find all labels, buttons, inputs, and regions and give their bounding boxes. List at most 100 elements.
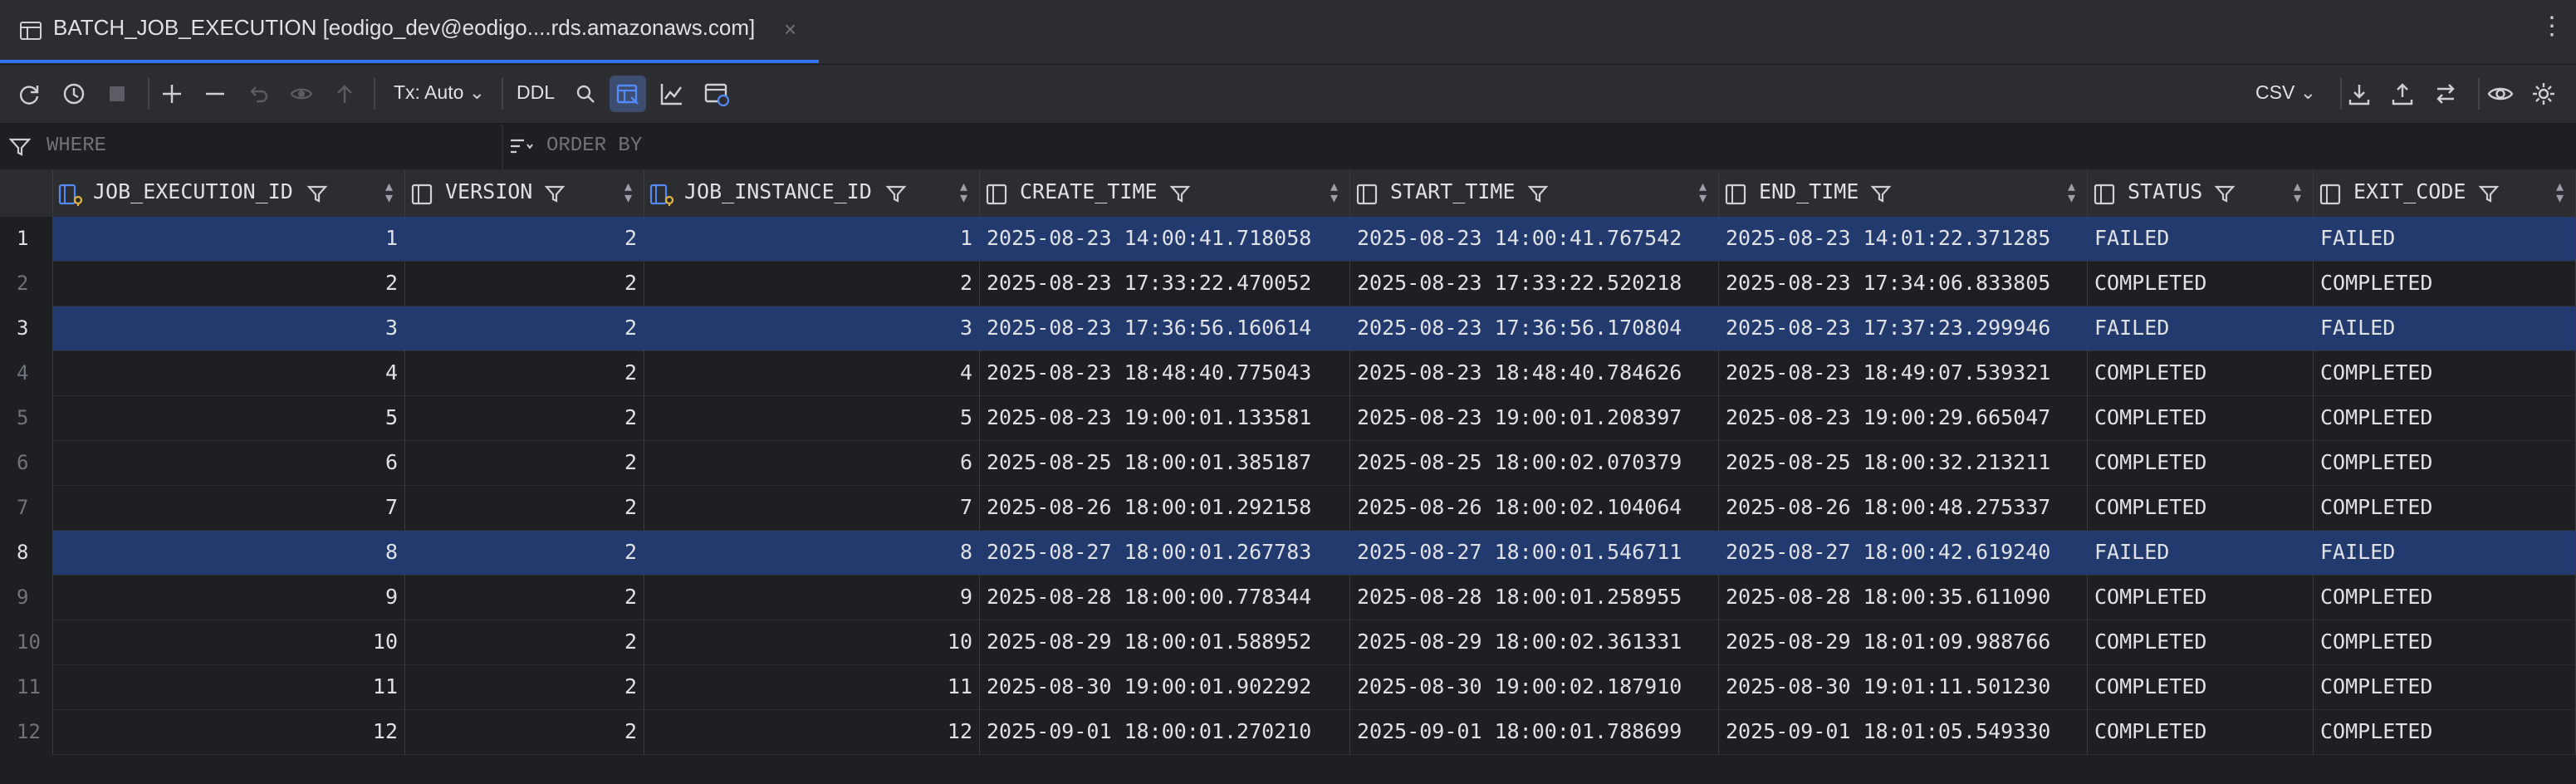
table-row[interactable]: 10 10 2 10 2025-08-29 18:00:01.588952 2025-08… [0,620,2576,665]
column-filter-icon[interactable] [2478,184,2500,209]
table-cell-status[interactable]: FAILED [2088,531,2314,576]
table-row[interactable]: 2 2 2 2 2025-08-23 17:33:22.470052 2025-08-23… [0,262,2576,306]
upload-icon[interactable] [2388,80,2417,108]
stop-icon[interactable] [103,80,131,108]
history-icon[interactable] [60,80,88,108]
table-cell-status[interactable]: COMPLETED [2088,441,2314,486]
table-cell-version[interactable]: 2 [405,620,644,665]
table-cell-status[interactable]: COMPLETED [2088,576,2314,620]
table-cell-job-execution-id[interactable]: 4 [53,351,405,396]
table-cell-job-instance-id[interactable]: 10 [644,620,980,665]
where-input[interactable]: WHERE [47,135,106,157]
table-cell-start-time[interactable]: 2025-09-01 18:00:01.788699 [1350,710,1719,755]
export-format-dropdown[interactable]: CSV ⌄ [2255,81,2316,104]
table-cell-exit-code[interactable]: FAILED [2314,306,2576,351]
table-cell-end-time[interactable]: 2025-08-30 19:01:11.501230 [1719,665,2088,710]
table-cell-status[interactable]: COMPLETED [2088,262,2314,306]
column-filter-icon[interactable] [1169,184,1191,209]
table-cell-start-time[interactable]: 2025-08-27 18:00:01.546711 [1350,531,1719,576]
table-cell-create-time[interactable]: 2025-09-01 18:00:01.270210 [980,710,1350,755]
table-cell-end-time[interactable]: 2025-08-27 18:00:42.619240 [1719,531,2088,576]
table-cell-exit-code[interactable]: COMPLETED [2314,710,2576,755]
table-cell-job-execution-id[interactable]: 11 [53,665,405,710]
table-cell-job-instance-id[interactable]: 2 [644,262,980,306]
sort-arrows-icon[interactable]: ▴ ▾ [2068,179,2075,205]
table-cell-status[interactable]: COMPLETED [2088,710,2314,755]
table-cell-exit-code[interactable]: COMPLETED [2314,396,2576,441]
row-number[interactable]: 10 [0,620,53,665]
sort-arrows-icon[interactable]: ▴ ▾ [1330,179,1338,205]
table-cell-job-execution-id[interactable]: 2 [53,262,405,306]
close-icon[interactable]: × [784,17,796,42]
column-filter-icon[interactable] [544,184,566,209]
table-cell-create-time[interactable]: 2025-08-30 19:00:01.902292 [980,665,1350,710]
table-cell-job-instance-id[interactable]: 9 [644,576,980,620]
table-cell-start-time[interactable]: 2025-08-23 17:36:56.170804 [1350,306,1719,351]
table-cell-start-time[interactable]: 2025-08-23 17:33:22.520218 [1350,262,1719,306]
table-cell-start-time[interactable]: 2025-08-26 18:00:02.104064 [1350,486,1719,531]
grid-view-icon[interactable] [610,76,646,112]
row-number[interactable]: 12 [0,710,53,755]
table-cell-status[interactable]: FAILED [2088,306,2314,351]
table-cell-job-execution-id[interactable]: 12 [53,710,405,755]
table-cell-end-time[interactable]: 2025-08-23 18:49:07.539321 [1719,351,2088,396]
column-header-version[interactable]: VERSION ▴ ▾ [405,170,644,217]
row-number[interactable]: 4 [0,351,53,396]
column-header-job-execution-id[interactable]: JOB_EXECUTION_ID ▴ ▾ [53,170,405,217]
table-cell-end-time[interactable]: 2025-08-28 18:00:35.611090 [1719,576,2088,620]
row-number[interactable]: 8 [0,531,53,576]
table-cell-job-instance-id[interactable]: 6 [644,441,980,486]
settings-icon[interactable] [2529,80,2558,108]
table-row[interactable]: 11 11 2 11 2025-08-30 19:00:01.902292 2025-08… [0,665,2576,710]
row-number[interactable]: 6 [0,441,53,486]
table-cell-status[interactable]: COMPLETED [2088,665,2314,710]
column-header-exit-code[interactable]: EXIT_CODE ▴ ▾ [2314,170,2576,217]
table-cell-version[interactable]: 2 [405,576,644,620]
table-cell-end-time[interactable]: 2025-08-23 14:01:22.371285 [1719,217,2088,262]
table-cell-job-instance-id[interactable]: 5 [644,396,980,441]
column-header-create-time[interactable]: CREATE_TIME ▴ ▾ [980,170,1350,217]
table-cell-job-instance-id[interactable]: 12 [644,710,980,755]
table-cell-create-time[interactable]: 2025-08-26 18:00:01.292158 [980,486,1350,531]
table-cell-start-time[interactable]: 2025-08-23 18:48:40.784626 [1350,351,1719,396]
table-cell-exit-code[interactable]: FAILED [2314,217,2576,262]
table-cell-start-time[interactable]: 2025-08-28 18:00:01.258955 [1350,576,1719,620]
table-cell-create-time[interactable]: 2025-08-27 18:00:01.267783 [980,531,1350,576]
table-cell-job-execution-id[interactable]: 7 [53,486,405,531]
table-cell-end-time[interactable]: 2025-08-29 18:01:09.988766 [1719,620,2088,665]
table-cell-job-instance-id[interactable]: 1 [644,217,980,262]
table-row[interactable]: 7 7 2 7 2025-08-26 18:00:01.292158 2025-08-26… [0,486,2576,531]
table-cell-version[interactable]: 2 [405,306,644,351]
table-cell-exit-code[interactable]: FAILED [2314,531,2576,576]
table-cell-start-time[interactable]: 2025-08-23 14:00:41.767542 [1350,217,1719,262]
download-icon[interactable] [2345,80,2373,108]
table-row[interactable]: 3 3 2 3 2025-08-23 17:36:56.160614 2025-08-23… [0,306,2576,351]
table-cell-exit-code[interactable]: COMPLETED [2314,620,2576,665]
table-cell-job-execution-id[interactable]: 3 [53,306,405,351]
table-cell-status[interactable]: FAILED [2088,217,2314,262]
column-filter-icon[interactable] [306,184,328,209]
row-number[interactable]: 1 [0,217,53,262]
table-cell-version[interactable]: 2 [405,441,644,486]
table-cell-create-time[interactable]: 2025-08-23 17:33:22.470052 [980,262,1350,306]
sort-arrows-icon[interactable]: ▴ ▾ [1699,179,1707,205]
column-filter-icon[interactable] [885,184,907,209]
table-cell-version[interactable]: 2 [405,351,644,396]
table-cell-exit-code[interactable]: COMPLETED [2314,441,2576,486]
table-row[interactable]: 12 12 2 12 2025-09-01 18:00:01.270210 2025-09… [0,710,2576,755]
table-cell-start-time[interactable]: 2025-08-29 18:00:02.361331 [1350,620,1719,665]
table-cell-job-execution-id[interactable]: 9 [53,576,405,620]
table-cell-version[interactable]: 2 [405,486,644,531]
table-row[interactable]: 1 1 2 1 2025-08-23 14:00:41.718058 2025-08-23… [0,217,2576,262]
table-cell-end-time[interactable]: 2025-09-01 18:01:05.549330 [1719,710,2088,755]
table-cell-create-time[interactable]: 2025-08-23 18:48:40.775043 [980,351,1350,396]
table-row[interactable]: 5 5 2 5 2025-08-23 19:00:01.133581 2025-08-23… [0,396,2576,441]
table-cell-exit-code[interactable]: COMPLETED [2314,665,2576,710]
table-cell-status[interactable]: COMPLETED [2088,486,2314,531]
preview-changes-icon[interactable] [287,80,316,108]
table-cell-status[interactable]: COMPLETED [2088,351,2314,396]
refresh-icon[interactable] [15,80,43,108]
row-number[interactable]: 7 [0,486,53,531]
output-view-icon[interactable] [703,80,731,108]
column-header-status[interactable]: STATUS ▴ ▾ [2088,170,2314,217]
